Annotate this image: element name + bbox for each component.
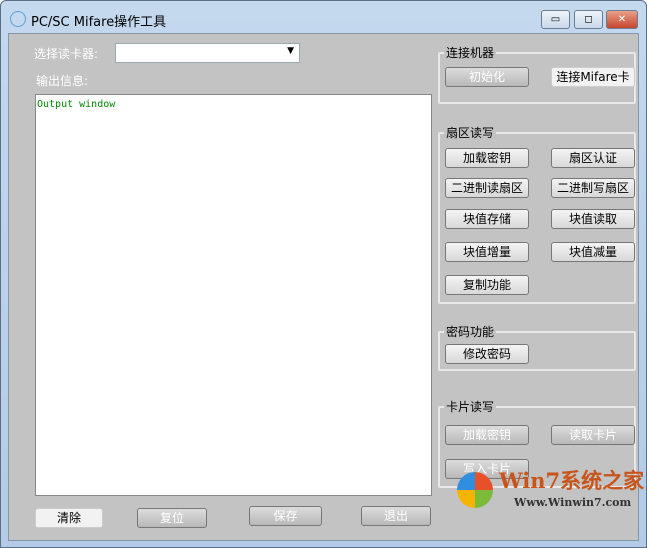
minimize-button[interactable]: ▭ [541,10,570,29]
init-button[interactable]: 初始化 [445,67,529,87]
reader-select[interactable]: ▼ [115,43,300,63]
app-window: PC/SC Mifare操作工具 ▭ ◻ ✕ 选择读卡器: ▼ 输出信息: Ou… [0,0,647,548]
value-read-button[interactable]: 块值读取 [551,209,635,229]
read-card-button[interactable]: 读取卡片 [551,425,635,445]
group-connect: 连接机器 初始化 连接Mifare卡 [438,44,636,104]
reader-label: 选择读卡器: [34,47,99,61]
group-title: 连接机器 [444,44,497,61]
watermark-brand: Win7系统之家 [499,468,645,493]
group-title: 密码功能 [444,323,497,340]
exit-button[interactable]: 退出 [361,506,431,526]
group-password: 密码功能 修改密码 [438,323,636,371]
maximize-button[interactable]: ◻ [574,10,603,29]
change-password-button[interactable]: 修改密码 [445,344,529,364]
close-button[interactable]: ✕ [606,10,638,29]
value-store-button[interactable]: 块值存储 [445,209,529,229]
sector-auth-button[interactable]: 扇区认证 [551,148,635,168]
output-label: 输出信息: [36,74,89,88]
windows-logo-icon [457,472,493,508]
save-button[interactable]: 保存 [249,506,322,526]
binary-read-button[interactable]: 二进制读扇区 [445,178,529,198]
value-decrement-button[interactable]: 块值减量 [551,242,635,262]
group-sector: 扇区读写 加载密钥 扇区认证 二进制读扇区 二进制写扇区 块值存储 块值读取 块… [438,124,636,304]
reset-button[interactable]: 复位 [137,508,207,528]
binary-write-button[interactable]: 二进制写扇区 [551,178,635,198]
output-window[interactable]: Output window [35,94,432,496]
group-title: 扇区读写 [444,124,497,141]
copy-button[interactable]: 复制功能 [445,275,529,295]
load-key-button[interactable]: 加载密钥 [445,148,529,168]
card-load-key-button[interactable]: 加载密钥 [445,425,529,445]
chevron-down-icon: ▼ [287,46,294,56]
wifi-icon [10,11,26,27]
watermark-url: Www.Winwin7.com [514,496,632,509]
window-title: PC/SC Mifare操作工具 [31,15,167,30]
connect-mifare-button[interactable]: 连接Mifare卡 [551,67,635,87]
clear-button[interactable]: 清除 [35,508,103,528]
group-title: 卡片读写 [444,398,497,415]
output-text: Output window [37,99,116,110]
value-increment-button[interactable]: 块值增量 [445,242,529,262]
